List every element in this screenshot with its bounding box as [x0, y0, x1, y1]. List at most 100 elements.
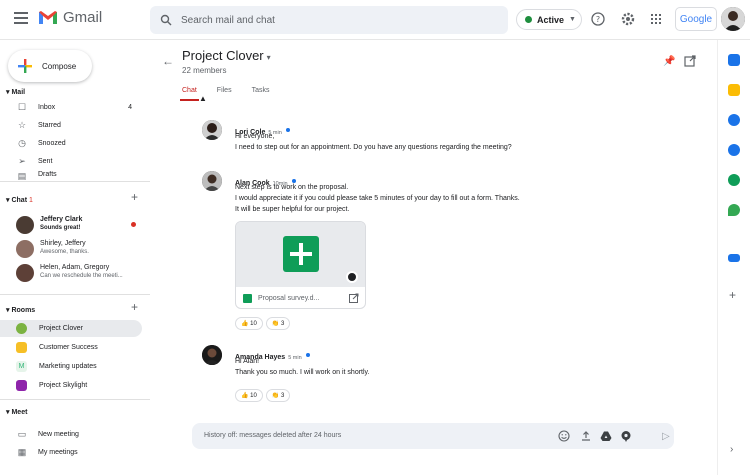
composer-placeholder[interactable]: History off: messages deleted after 24 h…: [204, 432, 341, 439]
mail-section-header[interactable]: ▾ Mail: [6, 88, 25, 96]
meet-addon-icon[interactable]: [728, 174, 740, 186]
message-time: 5 min: [288, 355, 302, 361]
room-item-marketing-updates[interactable]: M Marketing updates: [0, 358, 142, 375]
google-drive-icon[interactable]: [600, 430, 612, 442]
draft-icon: ▤: [17, 171, 27, 180]
calendar-addon-icon[interactable]: [728, 54, 740, 66]
nav-item-snoozed[interactable]: ◷ Snoozed: [0, 135, 150, 152]
chat-item-helen-adam-gregory[interactable]: Helen, Adam, Gregory Can we reschedule t…: [0, 262, 150, 284]
room-letter-icon: M: [16, 361, 27, 372]
chat-section-label: Chat: [11, 197, 28, 204]
status-label: Active: [537, 14, 565, 25]
room-label: Project Skylight: [39, 382, 88, 389]
nav-item-label: Starred: [38, 122, 61, 129]
room-item-customer-success[interactable]: Customer Success: [0, 339, 142, 356]
room-icon: [16, 380, 27, 391]
search-placeholder[interactable]: Search mail and chat: [181, 15, 275, 26]
search-icon[interactable]: [160, 14, 172, 26]
main-menu-icon[interactable]: [14, 12, 28, 24]
compose-label: Compose: [42, 61, 77, 71]
section-divider: [0, 294, 150, 295]
add-chat-icon[interactable]: +: [131, 190, 138, 204]
add-room-icon[interactable]: +: [131, 300, 138, 314]
attachment-card[interactable]: Proposal survey.d...: [235, 221, 366, 309]
tab-chat[interactable]: Chat: [180, 87, 199, 101]
reaction-thumbs-up[interactable]: 👍 10: [235, 389, 263, 402]
profile-photo-icon: [721, 7, 745, 31]
nav-item-label: New meeting: [38, 431, 79, 438]
room-item-project-skylight[interactable]: Project Skylight: [0, 377, 142, 394]
gmail-logo[interactable]: Gmail: [38, 9, 102, 26]
clover-icon: [16, 323, 27, 334]
open-external-icon[interactable]: [349, 293, 359, 303]
chat-item-shirley-jeffery[interactable]: Shirley, Jeffery Awesome, thanks.: [0, 238, 150, 260]
attachment-filename[interactable]: Proposal survey.d...: [258, 295, 319, 302]
reaction-count: 10: [250, 320, 257, 327]
room-label: Project Clover: [39, 325, 83, 332]
account-avatar[interactable]: [721, 7, 745, 31]
avatar: [16, 216, 34, 234]
meet-section-label: Meet: [11, 409, 28, 416]
sheets-file-icon: [243, 294, 252, 303]
send-message-icon[interactable]: ▷: [662, 431, 670, 442]
nav-item-starred[interactable]: ☆ Starred: [0, 117, 150, 134]
rooms-section-label: Rooms: [11, 307, 36, 314]
chat-preview: Can we reschedule the meeti...: [40, 273, 123, 279]
compose-button[interactable]: Compose: [8, 50, 92, 82]
chat-preview: Sounds great!: [40, 225, 81, 231]
keep-addon-icon[interactable]: [728, 84, 740, 96]
tasks-addon-icon[interactable]: [728, 114, 740, 126]
contacts-addon-icon[interactable]: [728, 144, 740, 156]
active-status-dot: [525, 16, 532, 23]
nav-item-new-meeting[interactable]: ▭ New meeting: [0, 426, 150, 443]
google-brand-label: Google: [679, 13, 713, 25]
inbox-icon: ☐: [17, 102, 27, 112]
apps-grid-icon[interactable]: [648, 11, 664, 27]
search-bar[interactable]: Search mail and chat: [150, 6, 508, 34]
reaction-thumbs-up[interactable]: 👍 10: [235, 317, 263, 330]
thumbs-up-icon: 👍: [241, 393, 249, 399]
chat-item-jeffery-clark[interactable]: Jeffery Clark Sounds great!: [0, 214, 150, 236]
nav-item-sent[interactable]: ➢ Sent: [0, 153, 150, 170]
popout-icon[interactable]: [684, 55, 696, 67]
avatar: [202, 120, 222, 140]
maps-addon-icon[interactable]: [728, 204, 740, 216]
reaction-count: 10: [250, 392, 257, 399]
tab-tasks[interactable]: Tasks: [252, 87, 270, 101]
gear-icon[interactable]: [620, 11, 636, 27]
mail-section-label: Mail: [11, 89, 26, 96]
meet-section-header[interactable]: ▾ Meet: [6, 408, 27, 416]
nav-item-drafts[interactable]: ▤ Drafts: [0, 171, 150, 180]
reaction-clap[interactable]: 👏 3: [265, 389, 291, 402]
section-divider: [0, 181, 150, 182]
message-composer[interactable]: History off: messages deleted after 24 h…: [192, 423, 674, 449]
clock-icon: ◷: [18, 138, 26, 148]
chat-section-header[interactable]: ▾ Chat 1: [6, 196, 33, 204]
attachment-preview[interactable]: [236, 222, 365, 287]
room-item-project-clover[interactable]: Project Clover: [0, 320, 142, 337]
chevron-right-icon[interactable]: ›: [730, 444, 733, 455]
rooms-section-header[interactable]: ▾ Rooms: [6, 306, 35, 314]
star-icon: ☆: [17, 120, 27, 130]
left-navigation: Compose ▾ Mail ☐ Inbox 4 ☆ Starred ◷ Sno…: [0, 40, 150, 475]
reactions-row: 👍 10 👏 3: [235, 389, 293, 402]
people-addon-icon[interactable]: [728, 254, 740, 262]
media-badge-icon: [346, 271, 358, 283]
google-account-brand[interactable]: Google: [675, 7, 717, 31]
add-addon-icon[interactable]: +: [729, 288, 736, 302]
help-icon[interactable]: ?: [590, 11, 606, 27]
room-title[interactable]: Project Clover ▾: [182, 48, 271, 63]
back-arrow-icon[interactable]: ←: [162, 54, 174, 68]
message-text: I need to step out for an appointment. D…: [235, 144, 512, 151]
meet-video-icon[interactable]: [620, 430, 632, 442]
upload-icon[interactable]: [580, 430, 592, 442]
nav-item-my-meetings[interactable]: ▦ My meetings: [0, 444, 150, 461]
nav-item-inbox[interactable]: ☐ Inbox 4: [0, 99, 150, 116]
emoji-icon[interactable]: [558, 430, 570, 442]
reaction-clap[interactable]: 👏 3: [265, 317, 291, 330]
pin-icon[interactable]: 📌: [663, 56, 675, 67]
room-label: Marketing updates: [39, 363, 97, 370]
member-count[interactable]: 22 members: [182, 66, 226, 75]
status-selector[interactable]: Active ▼: [516, 9, 582, 30]
tab-files[interactable]: Files: [217, 87, 232, 101]
